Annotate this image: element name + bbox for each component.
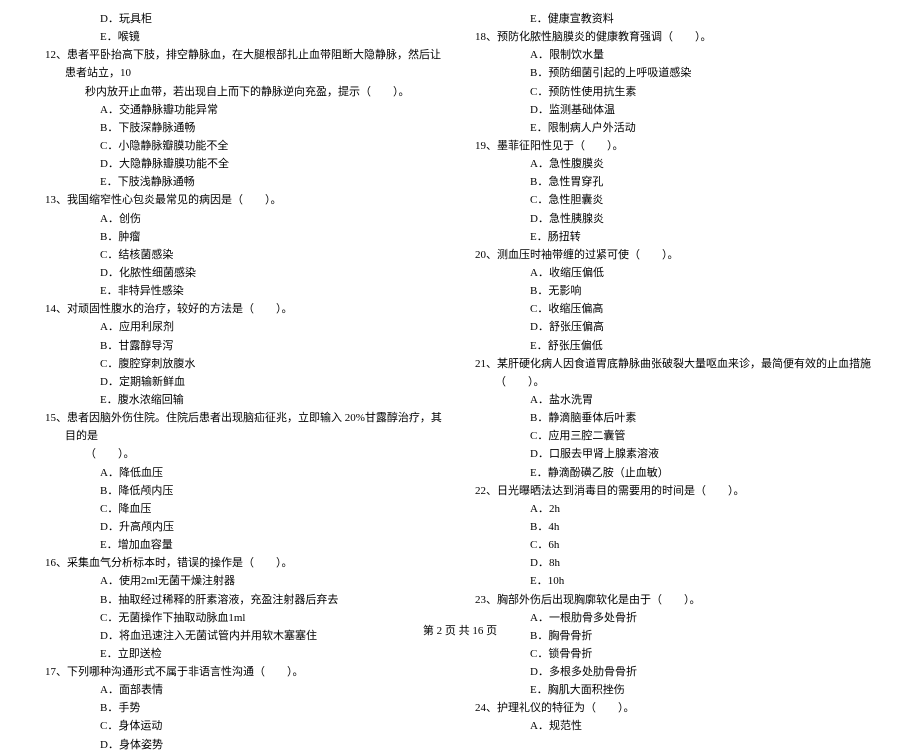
option: B．肿瘤 [45,228,445,246]
page-footer: 第 2 页 共 16 页 [0,622,920,638]
option: E．肠扭转 [475,228,875,246]
option: D．8h [475,554,875,572]
option: A．急性腹膜炎 [475,155,875,173]
question-16: 16、采集血气分析标本时，错误的操作是（ ）。 [45,554,445,572]
option: C．6h [475,536,875,554]
option: A．盐水洗胃 [475,391,875,409]
question-17: 17、下列哪种沟通形式不属于非语言性沟通（ ）。 [45,663,445,681]
option: C．收缩压偏高 [475,300,875,318]
option: D．身体姿势 [45,736,445,754]
option: E．静滴酚磺乙胺（止血敏） [475,464,875,482]
option: D．急性胰腺炎 [475,210,875,228]
question-12: 12、患者平卧抬高下肢，排空静脉血，在大腿根部扎止血带阻断大隐静脉，然后让患者站… [45,46,445,82]
question-15-cont: （ ）。 [45,445,445,463]
option: E．限制病人户外活动 [475,119,875,137]
option: D．舒张压偏高 [475,318,875,336]
question-23: 23、胸部外伤后出现胸廓软化是由于（ ）。 [475,591,875,609]
option: C．身体运动 [45,717,445,735]
option: B．无影响 [475,282,875,300]
option: A．交通静脉瓣功能异常 [45,101,445,119]
option: B．降低颅内压 [45,482,445,500]
left-column: D．玩具柜 E．喉镜 12、患者平卧抬高下肢，排空静脉血，在大腿根部扎止血带阻断… [45,10,460,754]
option: D．口服去甲肾上腺素溶液 [475,445,875,463]
question-20: 20、测血压时袖带缠的过紧可使（ ）。 [475,246,875,264]
option: C．腹腔穿刺放腹水 [45,355,445,373]
option: D．升高颅内压 [45,518,445,536]
option: A．面部表情 [45,681,445,699]
question-12-cont: 秒内放开止血带，若出现自上而下的静脉逆向充盈，提示（ ）。 [45,83,445,101]
option: D．化脓性细菌感染 [45,264,445,282]
option: E．增加血容量 [45,536,445,554]
option: E．腹水浓缩回输 [45,391,445,409]
question-13: 13、我国缩窄性心包炎最常见的病因是（ ）。 [45,191,445,209]
option: B．下肢深静脉通畅 [45,119,445,137]
option: B．急性胃穿孔 [475,173,875,191]
option: C．急性胆囊炎 [475,191,875,209]
question-19: 19、墨菲征阳性见于（ ）。 [475,137,875,155]
question-21: 21、某肝硬化病人因食道胃底静脉曲张破裂大量呕血来诊，最简便有效的止血措施（ ）… [475,355,875,391]
option: A．创伤 [45,210,445,228]
right-column: E．健康宣教资料 18、预防化脓性脑膜炎的健康教育强调（ ）。 A．限制饮水量 … [460,10,875,754]
option: A．2h [475,500,875,518]
option: E．喉镜 [45,28,445,46]
question-14: 14、对顽固性腹水的治疗，较好的方法是（ ）。 [45,300,445,318]
option: B．预防细菌引起的上呼吸道感染 [475,64,875,82]
option: D．玩具柜 [45,10,445,28]
option: A．收缩压偏低 [475,264,875,282]
option: C．小隐静脉瓣膜功能不全 [45,137,445,155]
option: E．非特异性感染 [45,282,445,300]
option: A．降低血压 [45,464,445,482]
option: A．限制饮水量 [475,46,875,64]
option: A．规范性 [475,717,875,735]
option: E．下肢浅静脉通畅 [45,173,445,191]
option: D．多根多处肋骨骨折 [475,663,875,681]
option: E．立即送检 [45,645,445,663]
option: A．应用利尿剂 [45,318,445,336]
document-page: D．玩具柜 E．喉镜 12、患者平卧抬高下肢，排空静脉血，在大腿根部扎止血带阻断… [0,0,920,754]
option: B．静滴脑垂体后叶素 [475,409,875,427]
option: B．手势 [45,699,445,717]
option: E．舒张压偏低 [475,337,875,355]
option: B．甘露醇导泻 [45,337,445,355]
option: C．结核菌感染 [45,246,445,264]
option: E．10h [475,572,875,590]
option: C．应用三腔二囊管 [475,427,875,445]
option: E．健康宣教资料 [475,10,875,28]
option: C．锁骨骨折 [475,645,875,663]
option: D．定期输新鲜血 [45,373,445,391]
option: E．胸肌大面积挫伤 [475,681,875,699]
question-15: 15、患者因脑外伤住院。住院后患者出现脑疝征兆，立即输入 20%甘露醇治疗，其目… [45,409,445,445]
question-18: 18、预防化脓性脑膜炎的健康教育强调（ ）。 [475,28,875,46]
option: D．大隐静脉瓣膜功能不全 [45,155,445,173]
option: C．预防性使用抗生素 [475,83,875,101]
option: A．使用2ml无菌干燥注射器 [45,572,445,590]
option: B．抽取经过稀释的肝素溶液，充盈注射器后弃去 [45,591,445,609]
option: C．降血压 [45,500,445,518]
option: D．监测基础体温 [475,101,875,119]
question-24: 24、护理礼仪的特征为（ ）。 [475,699,875,717]
question-22: 22、日光曝晒法达到消毒目的需要用的时间是（ ）。 [475,482,875,500]
option: B．4h [475,518,875,536]
